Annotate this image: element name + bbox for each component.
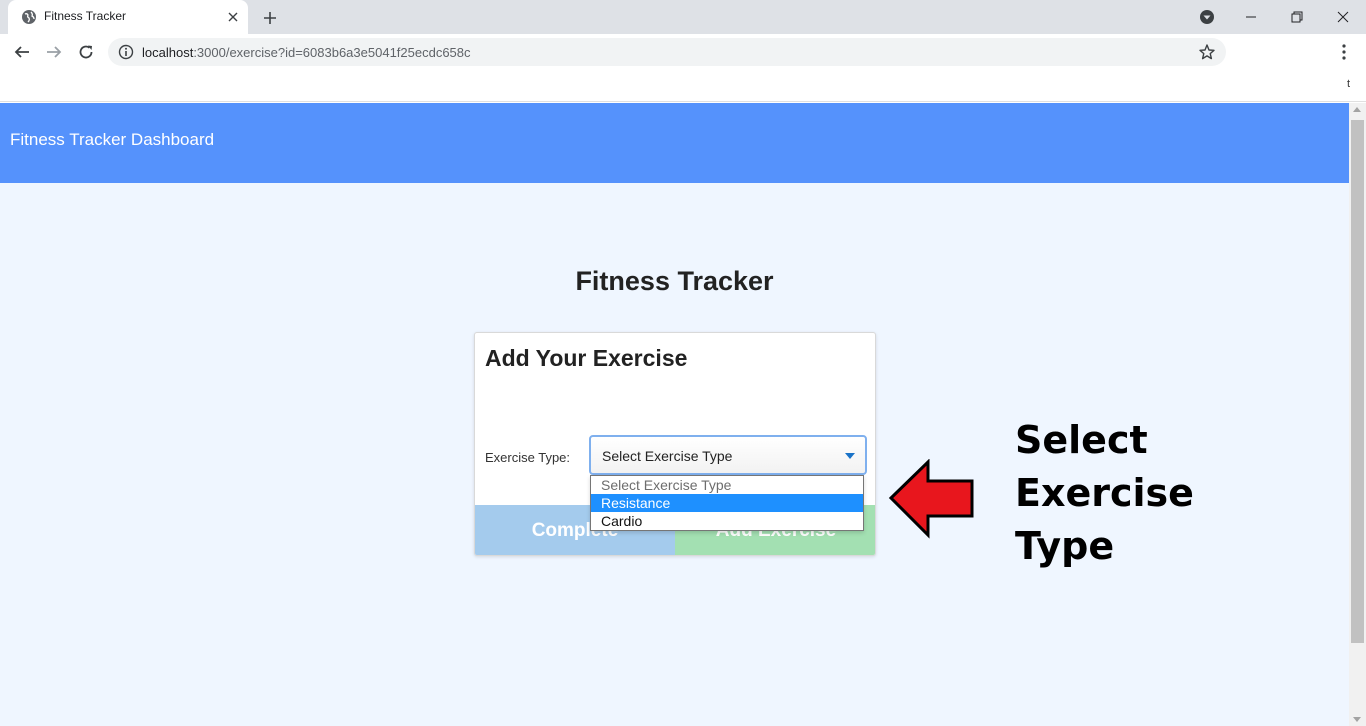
- url-path: :3000/exercise?id=6083b6a3e5041f25ecdc65…: [193, 45, 471, 60]
- address-bar[interactable]: localhost:3000/exercise?id=6083b6a3e5041…: [108, 38, 1226, 66]
- back-arrow-icon[interactable]: [9, 39, 35, 65]
- annotation-line-1: Select: [1015, 418, 1148, 462]
- dropdown-option-cardio[interactable]: Cardio: [591, 512, 863, 530]
- red-arrow-icon: [888, 459, 974, 539]
- tab-search-icon[interactable]: [1198, 8, 1216, 26]
- bookmarks-bar-text: t: [1347, 78, 1351, 90]
- new-tab-icon[interactable]: [259, 7, 281, 29]
- tab-title: Fitness Tracker: [44, 9, 127, 23]
- chevron-down-icon: [845, 453, 855, 459]
- forward-arrow-icon[interactable]: [41, 39, 67, 65]
- scroll-up-icon[interactable]: [1353, 107, 1361, 112]
- globe-icon: [22, 10, 36, 24]
- close-tab-icon[interactable]: [224, 8, 242, 26]
- minimize-icon[interactable]: [1228, 0, 1274, 34]
- dropdown-option-resistance[interactable]: Resistance: [591, 494, 863, 512]
- form-title: Add Your Exercise: [485, 345, 688, 371]
- annotation-line-2: Exercise: [1015, 471, 1194, 515]
- browser-tabstrip: Fitness Tracker: [0, 0, 1366, 34]
- exercise-type-selected-value: Select Exercise Type: [602, 448, 733, 464]
- page-title: Fitness Tracker: [575, 266, 774, 296]
- exercise-type-select[interactable]: Select Exercise Type: [589, 435, 867, 475]
- scrollbar-thumb[interactable]: [1351, 120, 1364, 643]
- annotation-text: Select Exercise Type: [1015, 414, 1194, 573]
- url-host: localhost: [142, 45, 194, 60]
- reload-icon[interactable]: [73, 39, 99, 65]
- page-viewport: Fitness Tracker Dashboard Fitness Tracke…: [0, 103, 1349, 726]
- browser-tab[interactable]: Fitness Tracker: [8, 0, 248, 34]
- url-text: localhost:3000/exercise?id=6083b6a3e5041…: [142, 45, 471, 60]
- page-scrollbar[interactable]: [1349, 103, 1366, 726]
- restore-icon[interactable]: [1274, 0, 1320, 34]
- scroll-down-icon[interactable]: [1353, 717, 1361, 722]
- dropdown-option-placeholder[interactable]: Select Exercise Type: [591, 476, 863, 494]
- info-icon[interactable]: [118, 44, 134, 60]
- exercise-type-dropdown: Select Exercise Type Resistance Cardio: [590, 475, 864, 531]
- bookmarks-bar: t: [0, 70, 1366, 102]
- kebab-menu-icon[interactable]: [1335, 39, 1353, 65]
- exercise-type-label: Exercise Type:: [485, 450, 571, 465]
- bookmark-star-icon[interactable]: [1198, 43, 1216, 61]
- annotation-line-3: Type: [1015, 524, 1115, 568]
- app-brand[interactable]: Fitness Tracker Dashboard: [10, 130, 214, 150]
- window-close-icon[interactable]: [1320, 0, 1366, 34]
- browser-toolbar: localhost:3000/exercise?id=6083b6a3e5041…: [0, 34, 1366, 70]
- app-header: Fitness Tracker Dashboard: [0, 103, 1349, 183]
